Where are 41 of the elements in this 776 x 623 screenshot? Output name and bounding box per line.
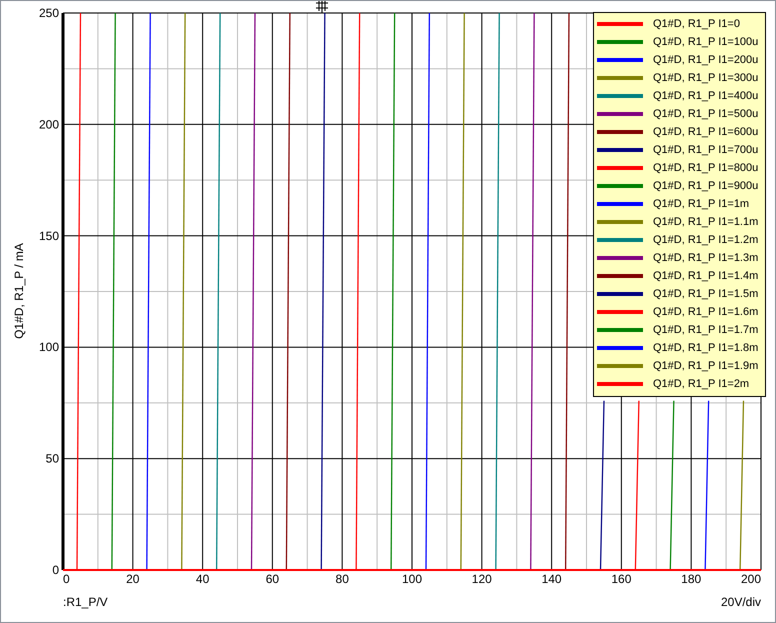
x-tick-label: 120	[472, 572, 492, 586]
legend-label: Q1#D, R1_P I1=400u	[653, 90, 758, 102]
legend-label: Q1#D, R1_P I1=1.2m	[653, 234, 758, 246]
legend-label: Q1#D, R1_P I1=200u	[653, 54, 758, 66]
y-tick-label: 250	[38, 6, 59, 20]
legend-label: Q1#D, R1_P I1=300u	[653, 72, 758, 84]
x-axis-title: :R1_P/V	[63, 595, 108, 609]
x-tick-label: 40	[196, 572, 210, 586]
legend-label: Q1#D, R1_P I1=1.9m	[653, 360, 758, 372]
legend-label: Q1#D, R1_P I1=1.5m	[653, 288, 758, 300]
legend-label: Q1#D, R1_P I1=600u	[653, 126, 758, 138]
x-tick-label: 180	[681, 572, 702, 586]
x-tick-label: 200	[740, 572, 761, 586]
x-tick-label: 140	[542, 572, 562, 586]
legend-label: Q1#D, R1_P I1=1.7m	[653, 324, 758, 336]
x-tick-label: 0	[63, 572, 70, 586]
legend-label: Q1#D, R1_P I1=100u	[653, 36, 758, 48]
y-tick-label: 200	[38, 117, 59, 132]
x-tick-label: 80	[336, 572, 349, 586]
y-axis-title: Q1#D, R1_P / mA	[12, 243, 26, 339]
y-tick-label: 50	[46, 452, 59, 466]
legend-label: Q1#D, R1_P I1=900u	[653, 180, 758, 192]
legend-label: Q1#D, R1_P I1=1.8m	[653, 342, 758, 354]
legend-label: Q1#D, R1_P I1=2m	[653, 378, 750, 390]
y-tick-label: 100	[38, 340, 59, 354]
legend-label: Q1#D, R1_P I1=1.6m	[653, 306, 758, 318]
legend-label: Q1#D, R1_P I1=1m	[653, 198, 750, 210]
legend-label: Q1#D, R1_P I1=0	[653, 18, 740, 30]
y-tick-label: 150	[38, 228, 59, 243]
legend-label: Q1#D, R1_P I1=500u	[653, 108, 758, 120]
x-tick-label: 20	[126, 572, 140, 586]
x-tick-label: 100	[402, 572, 422, 586]
legend-label: Q1#D, R1_P I1=1.1m	[653, 216, 758, 228]
x-tick-label: 60	[266, 572, 280, 586]
legend-label: Q1#D, R1_P I1=800u	[653, 162, 758, 174]
y-tick-label: 0	[52, 563, 59, 577]
legend-label: Q1#D, R1_P I1=1.4m	[653, 270, 758, 282]
legend-label: Q1#D, R1_P I1=700u	[653, 144, 758, 156]
scale-label: 20V/div	[720, 595, 761, 609]
legend-label: Q1#D, R1_P I1=1.3m	[653, 252, 758, 264]
x-tick-label: 160	[611, 572, 632, 586]
